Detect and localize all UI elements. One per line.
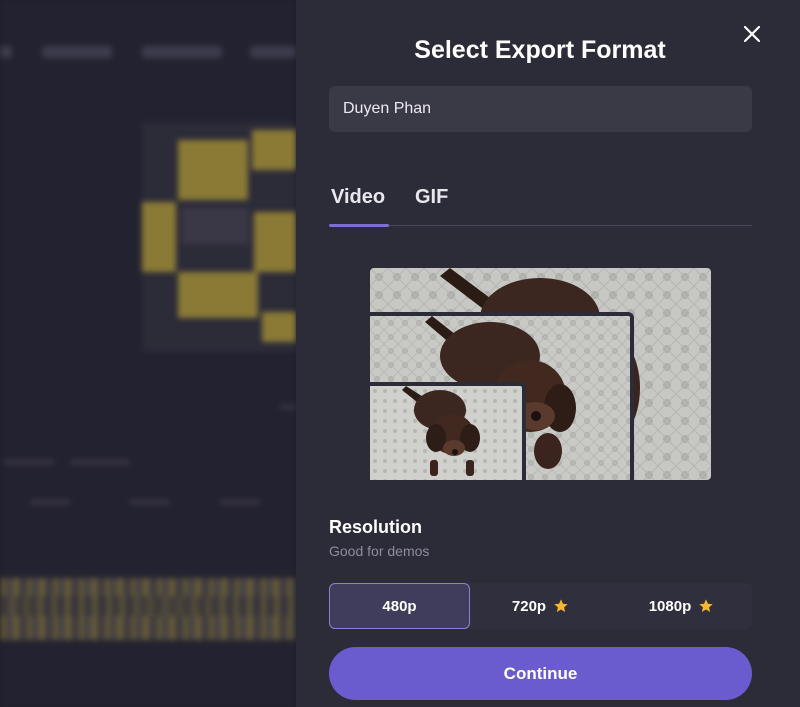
resolution-option-label: 480p (382, 597, 417, 615)
resolution-option-label: 720p (511, 597, 547, 615)
star-icon (699, 599, 713, 612)
tabs-divider (329, 225, 752, 226)
resolution-option-480p[interactable]: 480p (329, 583, 470, 629)
editor-backdrop (0, 0, 296, 707)
star-icon (554, 599, 568, 612)
active-tab-indicator (329, 224, 389, 227)
preview-image-small (370, 382, 526, 480)
resolution-heading: Resolution (329, 517, 422, 537)
resolution-description: Good for demos (329, 543, 430, 559)
editor-canvas-blurred (142, 122, 296, 352)
resolution-option-label: 1080p (648, 597, 692, 615)
close-button[interactable] (738, 20, 766, 48)
dialog-title: Select Export Format (414, 36, 666, 64)
close-icon (743, 25, 761, 43)
resolution-option-1080p[interactable]: 1080p (611, 583, 752, 629)
resolution-selector: 480p 720p 1080p (329, 583, 752, 629)
resolution-option-720p[interactable]: 720p (470, 583, 611, 629)
video-name-input[interactable] (329, 86, 752, 132)
editor-toolbar-blurred (0, 38, 296, 68)
continue-button[interactable]: Continue (329, 647, 752, 700)
tab-gif[interactable]: GIF (415, 186, 448, 209)
resolution-preview (370, 268, 711, 480)
tab-video[interactable]: Video (331, 186, 385, 209)
